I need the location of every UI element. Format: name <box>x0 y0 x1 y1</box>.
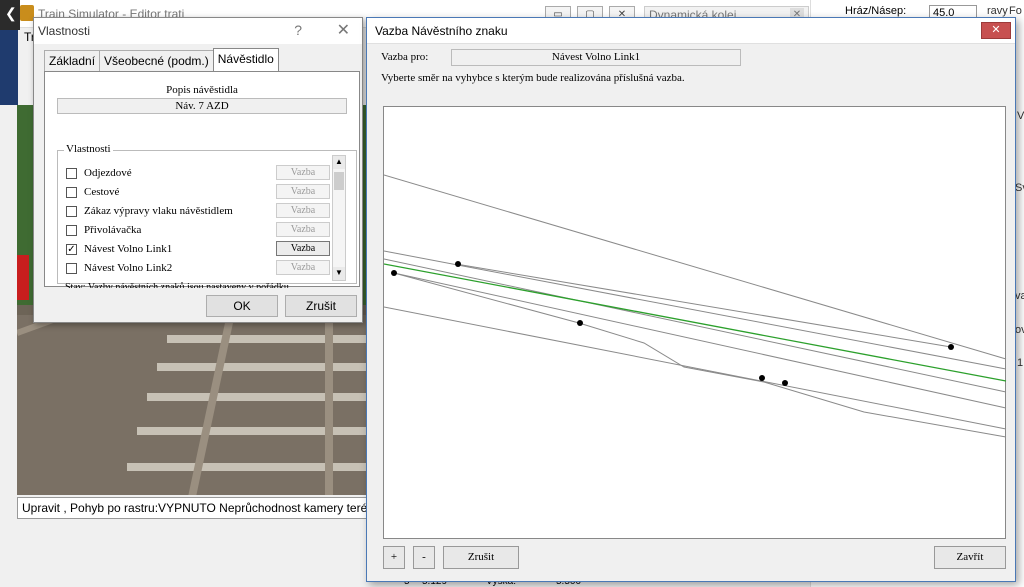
sleeper <box>167 335 367 343</box>
tab-navestidlo[interactable]: Návěstidlo <box>212 48 279 71</box>
property-row-link2: Návest Volno Link2 Vazba <box>66 260 334 276</box>
switch-nodes <box>391 261 954 386</box>
switch-node[interactable] <box>391 270 397 276</box>
switch-node[interactable] <box>577 320 583 326</box>
track-diagram-canvas[interactable] <box>383 106 1007 540</box>
rail <box>325 320 333 495</box>
side-text: va <box>1015 290 1024 302</box>
vazba-button[interactable]: Vazba <box>276 203 330 218</box>
property-row-cestove: Cestové Vazba <box>66 184 334 200</box>
link-dialog: Vazba Návěstního znaku ✕ Vazba pro: Náve… <box>366 17 1016 582</box>
vazba-button[interactable]: Vazba <box>276 222 330 237</box>
side-text: Sv <box>1015 182 1024 194</box>
scroll-down-icon[interactable]: ▼ <box>333 267 345 280</box>
status-bar: Upravit , Pohyb po rastru:VYPNUTO Neprůc… <box>17 497 369 519</box>
zoom-out-button[interactable]: - <box>413 546 435 569</box>
link-dialog-title: Vazba Návěstního znaku <box>375 24 508 38</box>
property-label: Zákaz výpravy vlaku návěstidlem <box>84 205 233 217</box>
track-segment[interactable] <box>384 174 1007 360</box>
navestidlo-pane: Popis návěstidla Náv. 7 AZD Vlastnosti O… <box>44 71 360 288</box>
embankment-label: Hráz/Násep: <box>845 5 907 17</box>
checkbox[interactable] <box>66 225 77 236</box>
link-for-label: Vazba pro: <box>381 51 429 63</box>
properties-dialog: Vlastnosti ? ✕ Základní Všeobecné (podm.… <box>33 17 363 323</box>
close-icon[interactable]: ✕ <box>337 20 350 40</box>
link-dialog-titlebar: Vazba Návěstního znaku ✕ <box>367 18 1015 44</box>
sleeper <box>157 363 369 371</box>
property-row-privolavacka: Přivolávačka Vazba <box>66 222 334 238</box>
tab-zakladni[interactable]: Základní <box>44 50 101 71</box>
track-lines <box>384 174 1007 438</box>
switch-node[interactable] <box>455 261 461 267</box>
side-text: 1: <box>1017 357 1024 369</box>
track-segment[interactable] <box>384 250 1007 370</box>
properties-title: Vlastnosti <box>38 24 91 38</box>
ok-button[interactable]: OK <box>206 295 278 317</box>
switch-node[interactable] <box>948 344 954 350</box>
track-diagram[interactable] <box>384 107 1007 540</box>
property-row-zakaz-vypravy: Zákaz výpravy vlaku návěstidlem Vazba <box>66 203 334 219</box>
checkbox-checked[interactable]: ✓ <box>66 244 77 255</box>
scroll-up-icon[interactable]: ▲ <box>333 156 345 169</box>
properties-tabs: Základní Všeobecné (podm.) Návěstidlo <box>44 48 279 71</box>
properties-titlebar: Vlastnosti ? ✕ <box>34 18 362 44</box>
track-segment[interactable] <box>455 263 952 348</box>
train-app-icon <box>20 5 34 21</box>
side-text: Fo <box>1009 5 1022 17</box>
signal-object <box>17 255 29 300</box>
property-label: Návest Volno Link1 <box>84 243 173 255</box>
checkbox[interactable] <box>66 263 77 274</box>
sleeper <box>137 427 369 435</box>
property-label: Přivolávačka <box>84 224 142 236</box>
selected-track-link[interactable] <box>384 263 1007 382</box>
scroll-thumb[interactable] <box>334 172 344 190</box>
property-row-link1: ✓ Návest Volno Link1 Vazba <box>66 241 334 257</box>
close-button[interactable]: Zavřít <box>934 546 1006 569</box>
cancel-button[interactable]: Zrušit <box>443 546 519 569</box>
property-label: Návest Volno Link2 <box>84 262 173 274</box>
status-text: Stav: Vazby návěstních znaků jsou nastav… <box>65 282 289 288</box>
side-text: ravy <box>987 5 1008 17</box>
vazba-button[interactable]: Vazba <box>276 165 330 180</box>
zoom-in-button[interactable]: + <box>383 546 405 569</box>
switch-node[interactable] <box>759 375 765 381</box>
signal-description-value: Náv. 7 AZD <box>57 98 347 114</box>
track-segment[interactable] <box>393 272 1007 438</box>
property-row-odjezdove: Odjezdové Vazba <box>66 165 334 181</box>
sleeper <box>147 393 369 401</box>
vazba-button[interactable]: Vazba <box>276 241 330 256</box>
signal-description-label: Popis návěstidla <box>166 84 238 96</box>
checkbox[interactable] <box>66 168 77 179</box>
checkbox[interactable] <box>66 206 77 217</box>
properties-scrollbar[interactable]: ▲ ▼ <box>332 155 346 281</box>
group-label: Vlastnosti <box>64 143 113 155</box>
instruction-text: Vyberte směr na vyhybce s kterým bude re… <box>381 72 685 84</box>
checkbox[interactable] <box>66 187 77 198</box>
side-text: V <box>1017 110 1024 122</box>
vazba-button[interactable]: Vazba <box>276 184 330 199</box>
close-icon[interactable]: ✕ <box>981 22 1011 39</box>
help-icon[interactable]: ? <box>294 22 302 38</box>
property-label: Odjezdové <box>84 167 132 179</box>
tab-vseobecne[interactable]: Všeobecné (podm.) <box>99 50 214 71</box>
side-text: ov <box>1015 324 1024 336</box>
switch-node[interactable] <box>782 380 788 386</box>
cancel-button[interactable]: Zrušit <box>285 295 357 317</box>
vazba-button[interactable]: Vazba <box>276 260 330 275</box>
properties-group: Vlastnosti Odjezdové Vazba Cestové Vazba… <box>57 143 357 284</box>
back-icon[interactable]: ❮ <box>0 0 20 30</box>
left-taskbar-strip <box>0 30 18 105</box>
link-for-value: Návest Volno Link1 <box>451 49 741 66</box>
property-label: Cestové <box>84 186 120 198</box>
